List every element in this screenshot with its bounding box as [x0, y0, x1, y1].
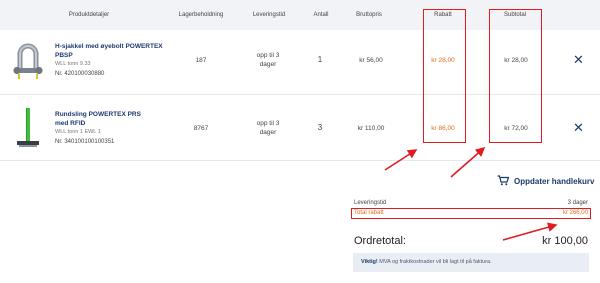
order-total-value: kr 100,00: [542, 235, 588, 247]
shopping-cart-page: Produktdetaljer Lagerbeholdning Levering…: [0, 0, 600, 283]
summary-delivery-label: Leveringstid: [354, 200, 387, 206]
notice-strong: Viktig!: [361, 259, 378, 265]
total-discount-label: Total rabatt: [354, 210, 384, 216]
vat-notice: Viktig! MVA og fraktkostnader vil bli la…: [353, 253, 589, 272]
total-discount-value: kr 266,00: [562, 210, 588, 216]
notice-text: MVA og fraktkostnader vil bli lagt til p…: [379, 259, 492, 265]
cart-refresh-icon: [497, 174, 510, 188]
annotation-arrows: [384, 146, 558, 241]
summary-delivery-value: 3 dager: [567, 200, 588, 206]
update-cart-label: Oppdater handlekurv: [514, 176, 595, 186]
order-total-label: Ordretotal:: [354, 235, 406, 247]
update-cart-button[interactable]: Oppdater handlekurv: [497, 174, 595, 188]
